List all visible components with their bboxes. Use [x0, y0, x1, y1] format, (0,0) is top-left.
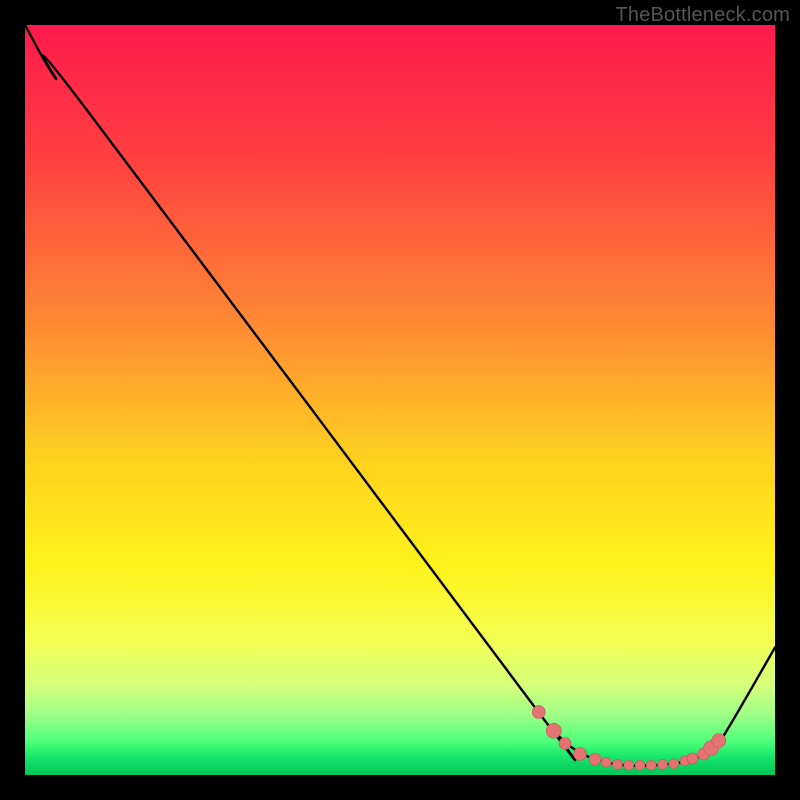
highlight-marker — [635, 760, 645, 770]
highlight-marker — [559, 738, 571, 750]
highlight-marker — [546, 723, 561, 738]
chart-frame: TheBottleneck.com — [0, 0, 800, 800]
highlight-marker — [624, 760, 634, 770]
attribution-text: TheBottleneck.com — [615, 4, 790, 27]
highlight-marker — [574, 748, 587, 761]
highlight-marker — [613, 760, 623, 770]
highlight-marker — [687, 753, 698, 764]
plot-area — [25, 25, 775, 775]
bottleneck-curve — [25, 25, 775, 766]
highlight-marker — [601, 757, 611, 767]
highlight-marker — [658, 760, 668, 770]
highlight-marker — [532, 706, 545, 719]
highlight-marker — [669, 759, 679, 769]
highlight-marker — [589, 753, 601, 765]
highlight-marker — [646, 760, 656, 770]
highlight-marker — [712, 734, 726, 748]
curve-layer — [25, 25, 775, 775]
